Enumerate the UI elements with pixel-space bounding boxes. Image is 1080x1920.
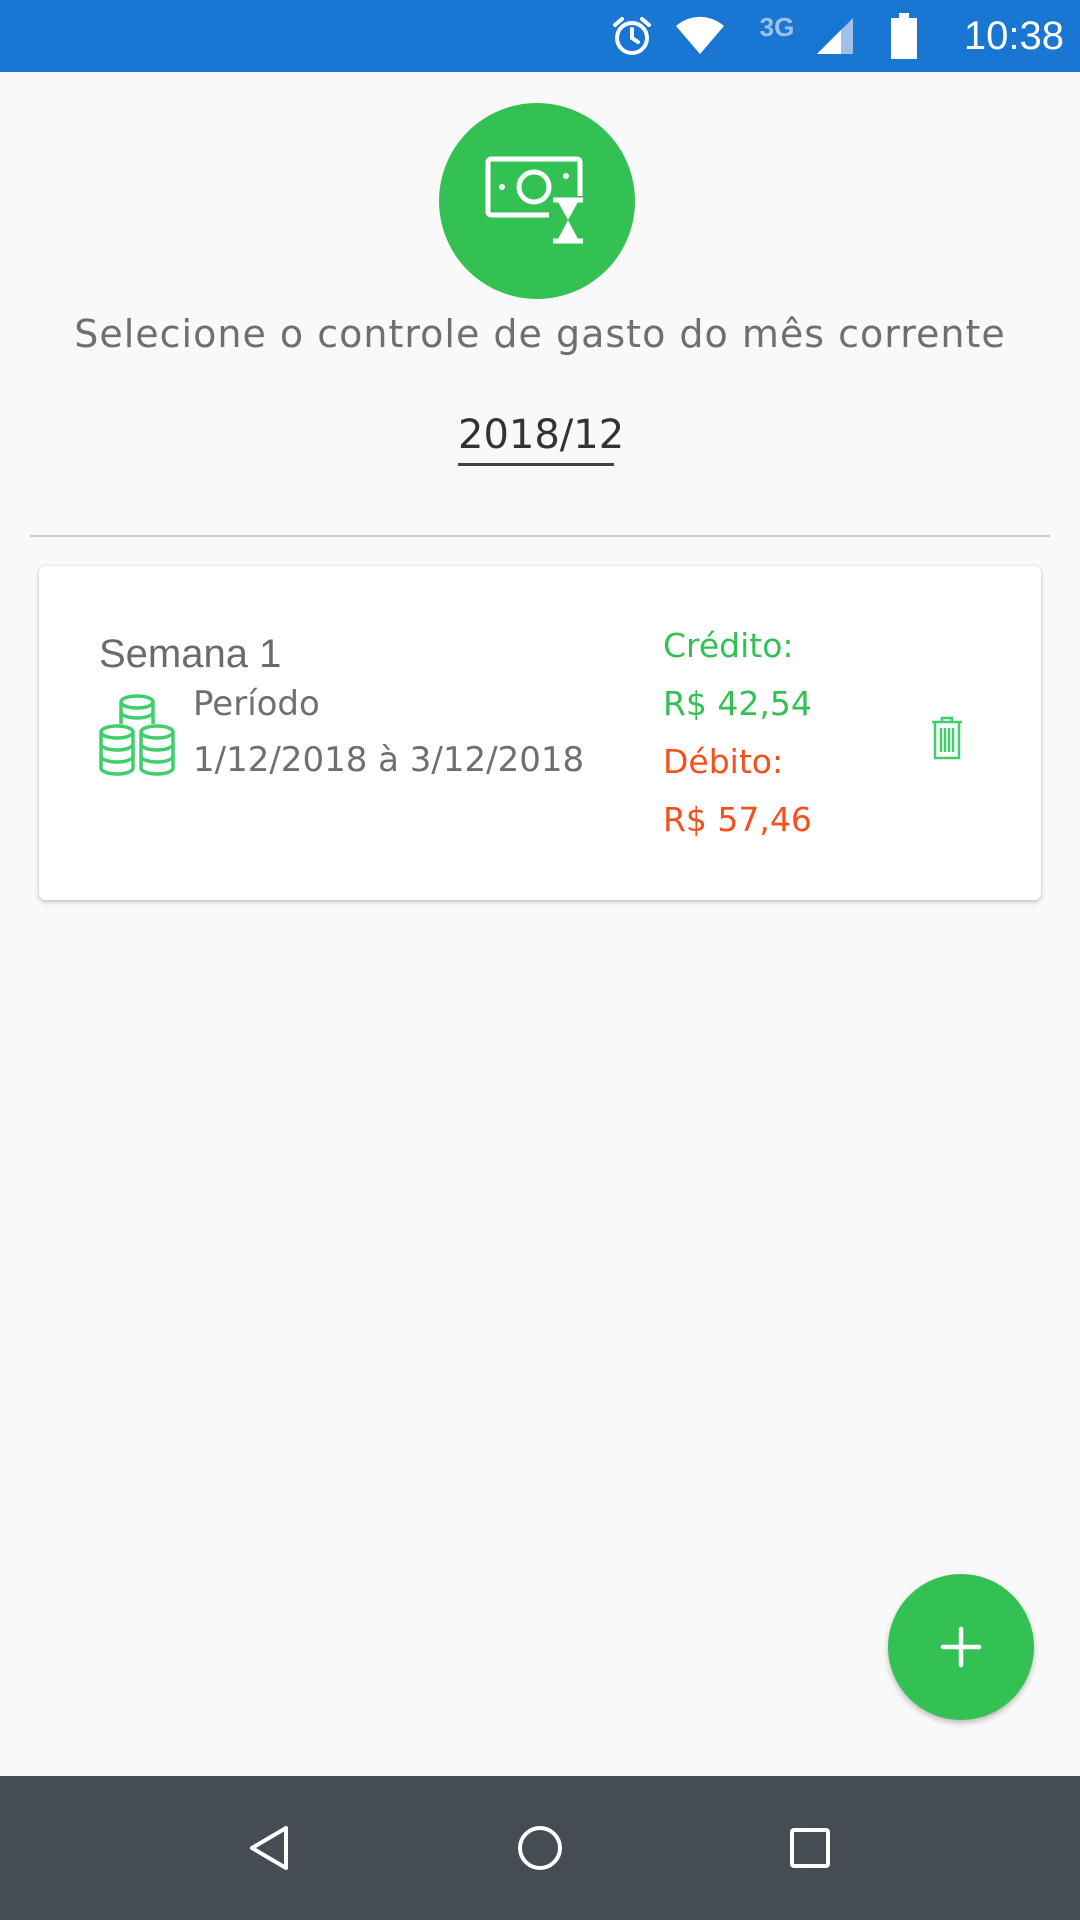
status-time: 10:38 (963, 13, 1064, 58)
network-type: 3G (759, 11, 795, 42)
alarm-icon (606, 0, 658, 72)
recents-icon (790, 1828, 830, 1868)
back-button[interactable] (210, 1776, 330, 1920)
home-icon (518, 1826, 562, 1870)
page-subtitle: Selecione o controle de gasto do mês cor… (74, 312, 1006, 356)
week-card[interactable]: Semana 1 Período 1/12/2018 à 3/12/2018 C… (39, 566, 1041, 900)
divider (30, 535, 1050, 537)
coins-icon (99, 694, 175, 778)
period-value: 1/12/2018 à 3/12/2018 (193, 740, 585, 780)
home-button[interactable] (480, 1776, 600, 1920)
delete-button[interactable] (915, 706, 979, 770)
money-hourglass-icon (439, 103, 635, 299)
debit-value: R$ 57,46 (663, 800, 812, 839)
signal-icon (810, 0, 860, 72)
recents-button[interactable] (750, 1776, 870, 1920)
back-icon (250, 1826, 288, 1870)
trash-icon (932, 716, 962, 760)
debit-label: Débito: (663, 742, 784, 781)
wifi-icon (670, 0, 730, 72)
credit-label: Crédito: (663, 626, 794, 665)
period-label: Período (193, 684, 320, 724)
month-selector[interactable]: 2018/12 (458, 408, 624, 466)
week-title: Semana 1 (99, 632, 282, 676)
navigation-bar (0, 1776, 1080, 1920)
plus-icon (940, 1626, 982, 1668)
status-bar: 3G 10:38 (0, 0, 1080, 72)
add-week-button[interactable] (888, 1574, 1034, 1720)
battery-icon (884, 0, 924, 72)
credit-value: R$ 42,54 (663, 684, 812, 723)
